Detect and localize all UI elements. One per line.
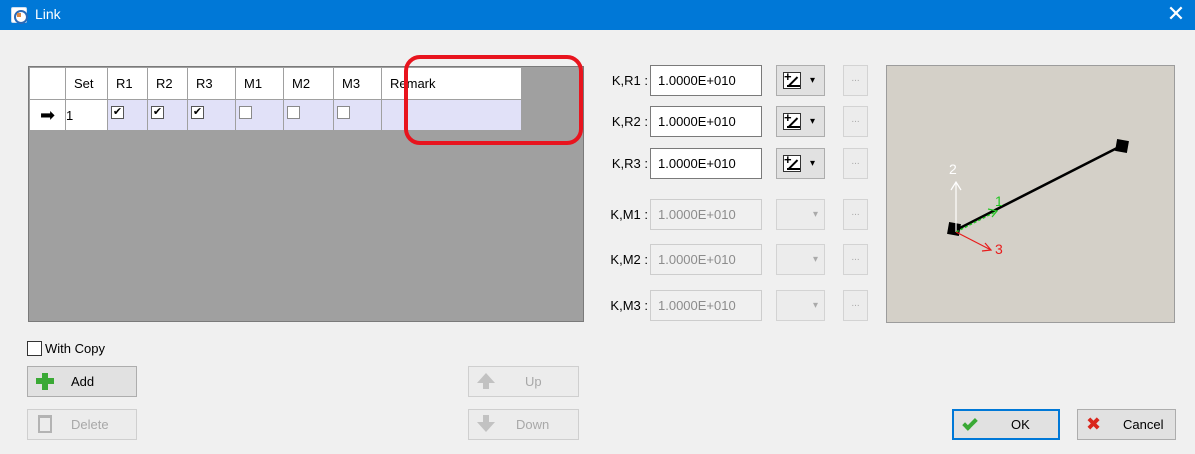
row-pointer-cell[interactable]: ➡: [29, 99, 66, 131]
arrow-down-icon: [477, 415, 495, 432]
stiffness-type-dropdown[interactable]: ▾: [776, 106, 825, 137]
plus-minus-icon: [783, 110, 801, 130]
cell-r3[interactable]: ✔: [187, 99, 236, 131]
chevron-down-icon: ▾: [810, 158, 816, 169]
stiffness-label: K,M2 :: [610, 252, 648, 267]
stiffness-input[interactable]: 1.0000E+010: [650, 106, 762, 137]
axis-1-label: 1: [995, 193, 1003, 209]
cell-r1[interactable]: ✔: [107, 99, 148, 131]
plus-icon: [36, 372, 54, 390]
add-button[interactable]: Add: [27, 366, 137, 397]
col-header-r3[interactable]: R3: [187, 67, 236, 100]
link-preview-svg: 2 1 3: [947, 139, 1129, 257]
chevron-down-icon: ▾: [810, 75, 816, 86]
stiffness-row: K,R2 :1.0000E+010 ▾...: [592, 106, 882, 137]
up-button[interactable]: Up: [468, 366, 579, 397]
red-x-icon: ✖: [1086, 414, 1102, 434]
stiffness-type-dropdown[interactable]: ▾: [776, 65, 825, 96]
link-app-icon: [11, 7, 28, 24]
r1-checkbox[interactable]: ✔: [111, 105, 124, 119]
cell-m3[interactable]: [333, 99, 382, 131]
ok-button[interactable]: OK: [952, 409, 1060, 440]
down-button[interactable]: Down: [468, 409, 579, 440]
stiffness-row: K,M1 :1.0000E+010 ▾...: [592, 199, 882, 230]
more-button[interactable]: ...: [843, 148, 868, 179]
cancel-label: Cancel: [1123, 417, 1164, 432]
stiffness-type-dropdown[interactable]: ▾: [776, 199, 825, 230]
r3-checkbox[interactable]: ✔: [191, 105, 204, 119]
m2-checkbox[interactable]: [287, 105, 300, 119]
stiffness-input[interactable]: 1.0000E+010: [650, 290, 762, 321]
link-element-line: [955, 144, 1122, 232]
more-button[interactable]: ...: [843, 106, 868, 137]
axis-1-line: [955, 210, 998, 233]
stiffness-row: K,M3 :1.0000E+010 ▾...: [592, 290, 882, 321]
more-button[interactable]: ...: [843, 65, 868, 96]
stiffness-row: K,M2 :1.0000E+010 ▾...: [592, 244, 882, 275]
link-node-j: [1115, 139, 1129, 153]
m3-checkbox[interactable]: [337, 105, 350, 119]
stiffness-row: K,R3 :1.0000E+010 ▾...: [592, 148, 882, 179]
stiffness-input[interactable]: 1.0000E+010: [650, 148, 762, 179]
cell-r2[interactable]: ✔: [147, 99, 188, 131]
stiffness-input[interactable]: 1.0000E+010: [650, 244, 762, 275]
more-button[interactable]: ...: [843, 244, 868, 275]
close-icon[interactable]: ✕: [1165, 1, 1187, 27]
col-header-r1[interactable]: R1: [107, 67, 148, 100]
m1-checkbox[interactable]: [239, 105, 252, 119]
chevron-down-icon: ▾: [813, 254, 819, 265]
cancel-button[interactable]: ✖ Cancel: [1077, 409, 1176, 440]
chevron-down-icon: ▾: [810, 116, 816, 127]
cell-m2[interactable]: [283, 99, 334, 131]
delete-button[interactable]: Delete: [27, 409, 137, 440]
stiffness-input[interactable]: 1.0000E+010: [650, 199, 762, 230]
remark-highlight-annotation: [404, 55, 583, 145]
col-header-m3[interactable]: M3: [333, 67, 382, 100]
up-label: Up: [525, 374, 542, 389]
axis-3-arrowhead: [981, 242, 993, 252]
stiffness-row: K,R1 :1.0000E+010 ▾...: [592, 65, 882, 96]
col-header-m1[interactable]: M1: [235, 67, 284, 100]
link-preview-viewport: 2 1 3: [886, 65, 1175, 323]
col-header-r2[interactable]: R2: [147, 67, 188, 100]
stiffness-label: K,M1 :: [610, 207, 648, 222]
ok-label: OK: [1011, 417, 1030, 432]
with-copy-label: With Copy: [45, 341, 105, 357]
delete-label: Delete: [71, 417, 109, 432]
stiffness-label: K,M3 :: [610, 298, 648, 313]
stiffness-label: K,R1 :: [611, 73, 648, 88]
axis-2-label: 2: [949, 161, 957, 177]
col-header-set[interactable]: Set: [65, 67, 108, 100]
more-button[interactable]: ...: [843, 199, 868, 230]
chevron-down-icon: ▾: [813, 209, 819, 220]
axis-3-label: 3: [995, 241, 1003, 257]
cell-set[interactable]: 1: [65, 99, 108, 131]
axis-3-line: [955, 231, 992, 251]
stiffness-input[interactable]: 1.0000E+010: [650, 65, 762, 96]
plus-minus-icon: [783, 69, 801, 89]
with-copy-box[interactable]: [27, 341, 42, 357]
checkmark-icon: [962, 415, 978, 431]
stiffness-type-dropdown[interactable]: ▾: [776, 148, 825, 179]
stiffness-label: K,R2 :: [611, 114, 648, 129]
r2-checkbox[interactable]: ✔: [151, 105, 164, 119]
cell-m1[interactable]: [235, 99, 284, 131]
window-title: Link: [35, 6, 61, 22]
title-bar: Link ✕: [0, 0, 1195, 30]
chevron-down-icon: ▾: [813, 300, 819, 311]
down-label: Down: [516, 417, 550, 432]
col-header-m2[interactable]: M2: [283, 67, 334, 100]
stiffness-label: K,R3 :: [611, 156, 648, 171]
with-copy-checkbox[interactable]: With Copy: [27, 340, 105, 357]
stiffness-type-dropdown[interactable]: ▾: [776, 290, 825, 321]
trash-icon: [38, 415, 52, 433]
arrow-up-icon: [477, 373, 495, 389]
grid-corner: [29, 67, 66, 100]
stiffness-type-dropdown[interactable]: ▾: [776, 244, 825, 275]
more-button[interactable]: ...: [843, 290, 868, 321]
add-label: Add: [71, 374, 95, 389]
plus-minus-icon: [783, 152, 801, 172]
current-row-arrow-icon: ➡: [39, 105, 56, 125]
